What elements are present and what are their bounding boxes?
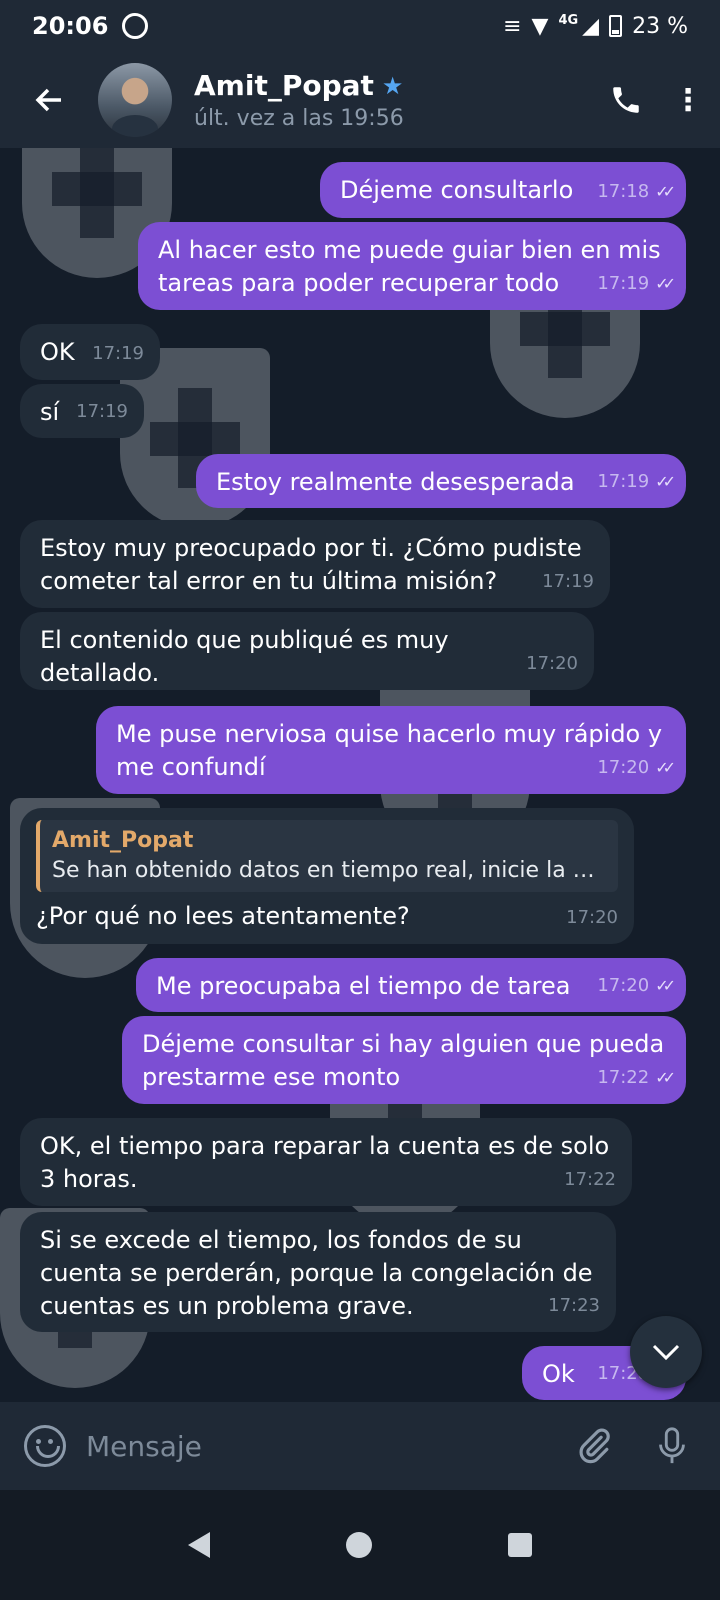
contact-info[interactable]: Amit_Popat ★ últ. vez a las 19:56 [194,69,404,131]
message-meta: 17:20 [566,901,618,934]
nav-recents-icon[interactable] [508,1533,532,1557]
message-meta: 17:19 [76,395,128,428]
message-meta: 17:20 [526,647,578,680]
message-bubble[interactable]: Al hacer esto me puede guiar bien en mis… [138,222,686,310]
chat-area[interactable]: Déjeme consultarlo 17:18 ✓✓ Al hacer esto… [0,148,720,1430]
contact-name: Amit_Popat [194,69,374,102]
read-check-icon: ✓✓ [655,976,676,995]
scroll-down-icon [652,1344,680,1361]
emoji-icon[interactable] [24,1425,66,1467]
message-text: OK, el tiempo para reparar la cuenta es … [40,1132,610,1193]
message-bubble[interactable]: Me preocupaba el tiempo de tarea 17:20 ✓✓ [136,958,686,1012]
reply-author: Amit_Popat [52,828,194,853]
message-bubble[interactable]: sí 17:19 [20,384,144,438]
message-time: 17:19 [542,571,594,592]
battery-icon [609,15,623,37]
system-nav-bar [0,1490,720,1600]
message-time: 17:19 [76,401,128,422]
message-bubble[interactable]: Estoy muy preocupado por ti. ¿Cómo pudis… [20,520,610,608]
last-seen: últ. vez a las 19:56 [194,106,404,131]
message-meta: 17:19 [92,337,144,370]
message-text: Me preocupaba el tiempo de tarea [156,972,571,1000]
message-bubble[interactable]: Amit_Popat Se han obtenido datos en tiem… [20,808,634,944]
mic-icon [659,1427,685,1464]
message-input[interactable] [86,1429,570,1463]
message-bubble[interactable]: OK, el tiempo para reparar la cuenta es … [20,1118,632,1206]
message-text: Estoy muy preocupado por ti. ¿Cómo pudis… [40,534,582,595]
message-bubble[interactable]: Déjeme consultarlo 17:18 ✓✓ [320,162,686,218]
message-bubble[interactable]: Déjeme consultar si hay alguien que pued… [122,1016,686,1104]
read-check-icon: ✓✓ [655,472,676,491]
back-button[interactable] [0,52,98,148]
message-text: El contenido que publiqué es muy detalla… [40,626,449,687]
message-time: 17:22 [564,1169,616,1190]
mic-button[interactable] [648,1422,696,1470]
message-time: 17:20 [566,907,618,928]
message-meta: 17:19 [542,565,594,598]
message-time: 17:22 [597,1067,650,1088]
message-meta: 17:20 ✓✓ [597,751,676,784]
message-time: 17:19 [92,343,144,364]
more-vert-icon: ⋮ [673,82,703,118]
reply-quote[interactable]: Amit_Popat Se han obtenido datos en tiem… [36,820,618,892]
message-time: 17:18 [597,181,650,202]
status-time: 20:06 [32,12,109,40]
scroll-down-button[interactable] [630,1316,702,1388]
message-bubble[interactable]: Estoy realmente desesperada 17:19 ✓✓ [196,454,686,508]
message-text: Si se excede el tiempo, los fondos de su… [40,1226,593,1320]
network-type: 4G [558,12,579,28]
attach-button[interactable] [570,1422,618,1470]
message-time: 17:23 [548,1295,600,1316]
message-time: 17:20 [597,757,650,778]
message-meta: 17:19 ✓✓ [597,267,676,300]
message-time: 17:19 [597,273,650,294]
chat-header: Amit_Popat ★ últ. vez a las 19:56 ⋮ [0,52,720,148]
message-text: ¿Por qué no lees atentamente? [36,902,410,930]
message-meta: 17:20 ✓✓ [597,969,676,1002]
signal-icon: ◢ [582,13,600,39]
more-options-button[interactable]: ⋮ [656,70,720,130]
status-bar: 20:06 ≡ ▼ 4G ◢ 23 % [0,0,720,52]
message-bubble[interactable]: Me puse nerviosa quise hacerlo muy rápid… [96,706,686,794]
vibrate-icon: ≡ [503,13,522,39]
call-button[interactable] [596,70,656,130]
message-text: Al hacer esto me puede guiar bien en mis… [158,236,661,297]
contact-name-row: Amit_Popat ★ [194,69,404,102]
message-composer [0,1402,720,1490]
message-text: Déjeme consultar si hay alguien que pued… [142,1030,665,1091]
message-text: Me puse nerviosa quise hacerlo muy rápid… [116,720,663,781]
nav-back-icon[interactable] [188,1532,210,1558]
battery-level: 23 % [632,13,688,39]
message-meta: 17:23 [548,1289,600,1322]
whatsapp-notification-icon [122,13,149,39]
message-meta: 17:19 ✓✓ [597,465,676,498]
message-time: 17:20 [526,653,578,674]
avatar[interactable] [98,63,172,137]
message-meta: 17:22 ✓✓ [597,1061,676,1094]
attach-icon [579,1428,610,1464]
read-check-icon: ✓✓ [655,182,676,201]
back-arrow-icon [35,88,61,112]
status-icons: ≡ ▼ 4G ◢ 23 % [503,12,688,39]
message-meta: 17:22 [564,1163,616,1196]
message-meta: 17:18 ✓✓ [597,175,676,208]
verified-star-icon: ★ [381,71,404,100]
message-bubble[interactable]: Si se excede el tiempo, los fondos de su… [20,1212,616,1332]
read-check-icon: ✓✓ [655,1068,676,1087]
read-check-icon: ✓✓ [655,274,676,293]
reply-preview: Se han obtenido datos en tiempo real, in… [52,858,606,883]
nav-home-icon[interactable] [346,1532,372,1558]
message-time: 17:20 [597,975,650,996]
message-time: 17:19 [597,471,650,492]
message-bubble[interactable]: El contenido que publiqué es muy detalla… [20,612,594,690]
phone-icon [613,87,639,113]
read-check-icon: ✓✓ [655,758,676,777]
wifi-icon: ▼ [531,13,549,39]
message-bubble[interactable]: OK 17:19 [20,324,160,380]
